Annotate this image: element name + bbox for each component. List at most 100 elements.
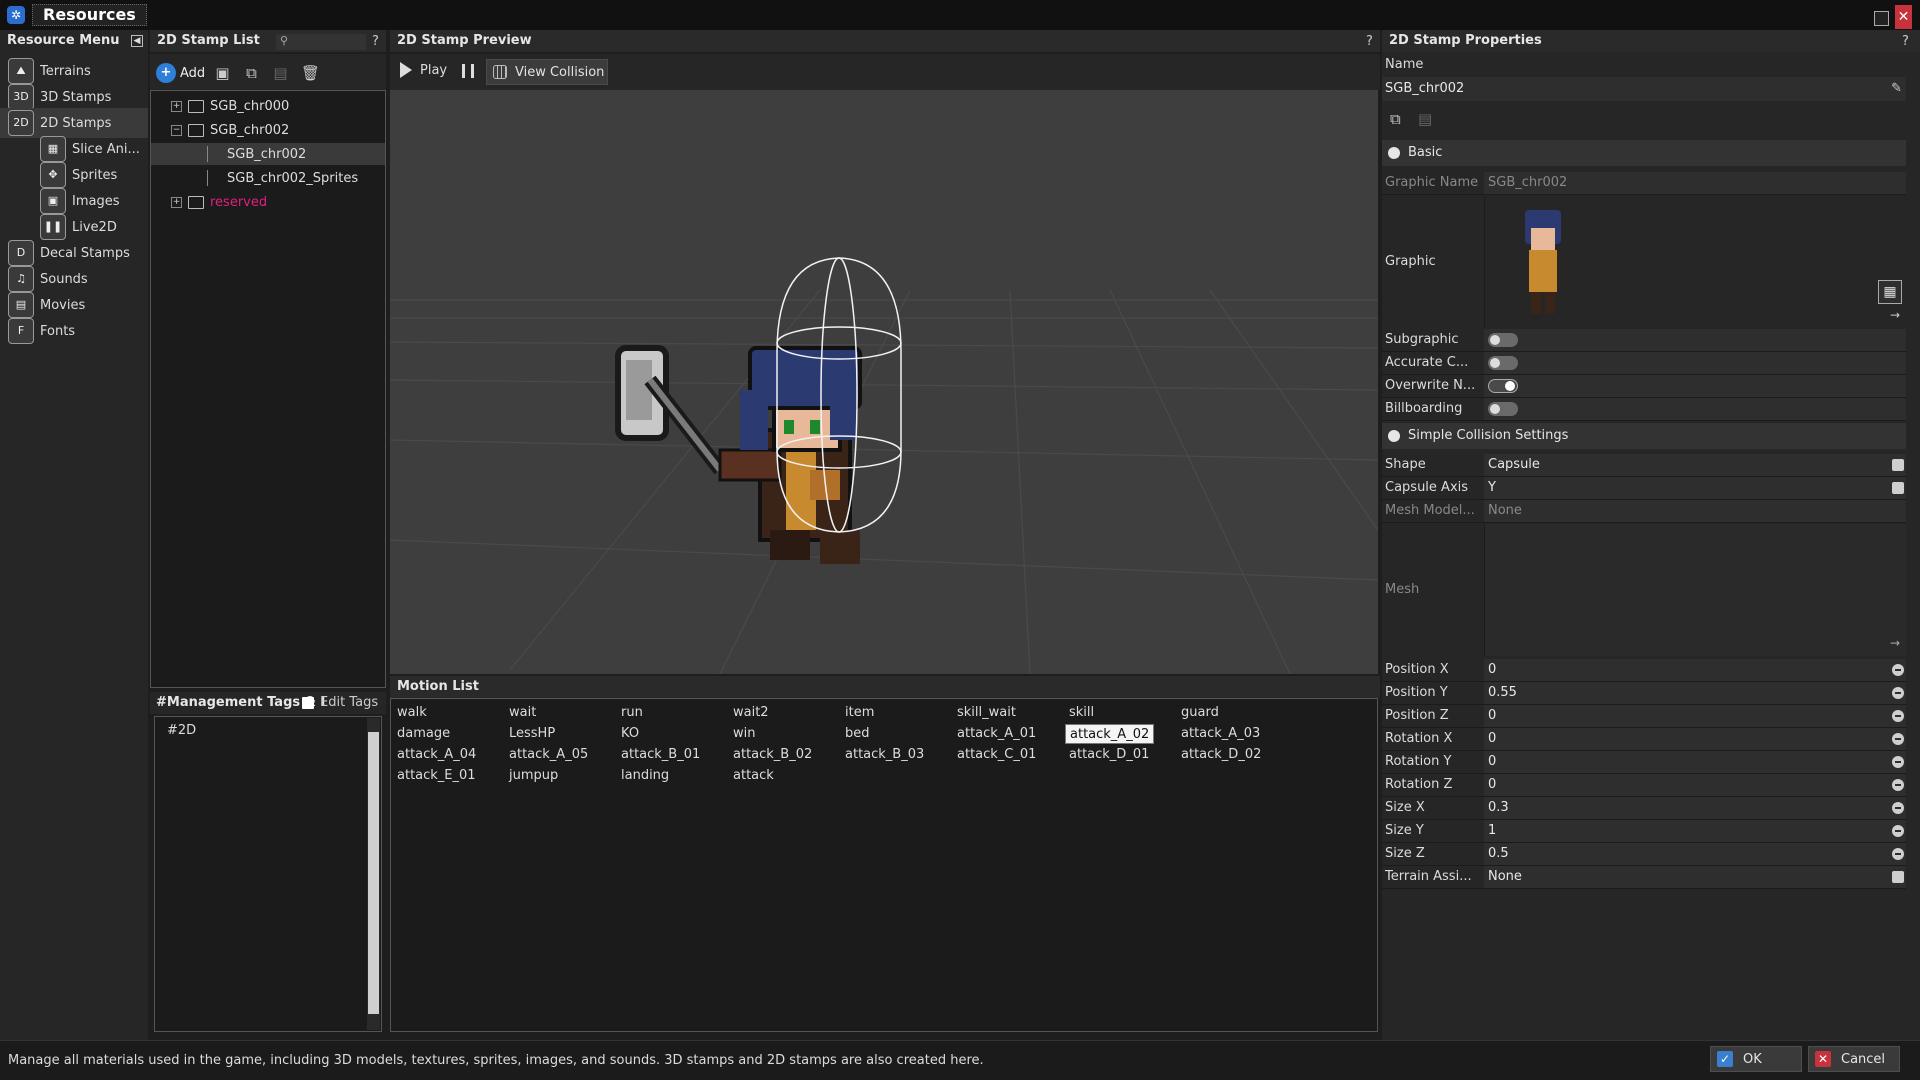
reset-icon[interactable] — [1892, 756, 1904, 768]
expand-icon[interactable]: + — [171, 196, 182, 208]
reset-icon[interactable] — [1892, 687, 1904, 699]
property-value-field[interactable]: 0 — [1484, 659, 1906, 681]
add-folder-icon[interactable]: ▣ — [214, 65, 231, 82]
stamp-search-input[interactable]: ⚲ — [276, 34, 366, 50]
motion-item[interactable]: item — [841, 703, 878, 723]
motion-item[interactable]: attack_C_01 — [953, 745, 1040, 765]
capsule-axis-select[interactable]: Y — [1484, 477, 1906, 499]
motion-item[interactable]: run — [617, 703, 647, 723]
add-button[interactable]: + Add — [156, 62, 205, 84]
motion-item[interactable]: jumpup — [505, 766, 562, 786]
stamp-list-help-button[interactable]: ? — [372, 34, 379, 49]
tree-item-sgb-chr002-sprites[interactable]: SGB_chr002_Sprites — [151, 167, 385, 189]
dropdown-arrow-icon[interactable] — [1892, 482, 1904, 494]
reset-icon[interactable] — [1892, 848, 1904, 860]
property-value-field[interactable]: 1 — [1484, 820, 1906, 842]
dropdown-arrow-icon[interactable] — [1892, 871, 1904, 883]
property-row: Rotation X0 — [1382, 728, 1906, 751]
motion-item[interactable]: attack — [729, 766, 778, 786]
graphic-thumbnail[interactable]: ▦ → — [1484, 196, 1906, 328]
motion-item[interactable]: attack_A_05 — [505, 745, 592, 765]
arrow-right-icon[interactable]: → — [1890, 636, 1900, 650]
shape-select[interactable]: Capsule — [1484, 454, 1906, 476]
motion-item[interactable]: wait — [505, 703, 540, 723]
motion-item[interactable]: LessHP — [505, 724, 559, 744]
reset-icon[interactable] — [1892, 779, 1904, 791]
paste-icon[interactable]: ▤ — [272, 65, 289, 82]
collapse-icon[interactable]: − — [171, 124, 182, 136]
motion-item[interactable]: attack_A_02 — [1065, 724, 1155, 744]
accurate-toggle[interactable] — [1488, 356, 1518, 370]
motion-item[interactable]: walk — [393, 703, 431, 723]
preview-help-button[interactable]: ? — [1366, 34, 1373, 49]
motion-item[interactable]: attack_A_01 — [953, 724, 1040, 744]
motion-item[interactable]: guard — [1177, 703, 1223, 723]
motion-item[interactable]: attack_D_01 — [1065, 745, 1153, 765]
motion-item[interactable]: skill — [1065, 703, 1098, 723]
terrain-select[interactable]: None — [1484, 866, 1906, 888]
motion-item[interactable]: damage — [393, 724, 454, 744]
property-value-field[interactable]: 0 — [1484, 774, 1906, 796]
menu-item-fonts[interactable]: F Fonts — [0, 316, 148, 346]
motion-item[interactable]: attack_E_01 — [393, 766, 480, 786]
billboarding-toggle[interactable] — [1488, 402, 1518, 416]
tree-item-reserved[interactable]: + reserved — [151, 191, 385, 213]
tree-item-sgb-chr002-folder[interactable]: − SGB_chr002 — [151, 119, 385, 141]
pause-button[interactable] — [462, 64, 474, 78]
dropdown-arrow-icon[interactable] — [1892, 459, 1904, 471]
property-value-field[interactable]: 0.5 — [1484, 843, 1906, 865]
copy-icon[interactable]: ⧉ — [1390, 110, 1401, 128]
tree-item-sgb-chr002-stamp[interactable]: SGB_chr002 — [151, 143, 385, 165]
view-collision-button[interactable]: View Collision — [486, 59, 608, 85]
motion-item[interactable]: wait2 — [729, 703, 773, 723]
motion-item[interactable]: attack_A_03 — [1177, 724, 1264, 744]
reset-icon[interactable] — [1892, 802, 1904, 814]
trash-icon[interactable]: 🗑 — [301, 65, 320, 82]
tag-item[interactable]: #2D — [167, 723, 196, 738]
name-field[interactable]: SGB_chr002 ✎ — [1382, 77, 1906, 101]
cancel-button[interactable]: ✕ Cancel — [1808, 1046, 1900, 1072]
property-value-field[interactable]: 0.55 — [1484, 682, 1906, 704]
motion-item[interactable]: attack_B_01 — [617, 745, 704, 765]
reset-icon[interactable] — [1892, 825, 1904, 837]
arrow-right-icon[interactable]: → — [1890, 308, 1900, 322]
reset-icon[interactable] — [1892, 710, 1904, 722]
motion-item[interactable]: attack_A_04 — [393, 745, 480, 765]
motion-item[interactable]: attack_B_02 — [729, 745, 816, 765]
motion-item[interactable]: skill_wait — [953, 703, 1020, 723]
property-value-field[interactable]: 0 — [1484, 705, 1906, 727]
basic-section-header[interactable]: Basic — [1382, 140, 1906, 166]
vertical-scrollbar[interactable] — [367, 718, 380, 1030]
pencil-icon[interactable]: ✎ — [1891, 77, 1902, 101]
overwrite-toggle[interactable] — [1488, 379, 1518, 393]
property-value-field[interactable]: 0 — [1484, 751, 1906, 773]
properties-help-button[interactable]: ? — [1902, 34, 1909, 49]
reset-icon[interactable] — [1892, 733, 1904, 745]
paste-icon[interactable]: ▤ — [1418, 110, 1432, 128]
3d-preview-viewport[interactable] — [390, 90, 1378, 674]
expand-icon[interactable]: + — [171, 100, 182, 112]
motion-item[interactable]: attack_B_03 — [841, 745, 928, 765]
subgraphic-toggle[interactable] — [1488, 333, 1518, 347]
maximize-button[interactable] — [1874, 11, 1889, 26]
play-button[interactable]: Play — [400, 62, 447, 78]
motion-item[interactable]: bed — [841, 724, 874, 744]
motion-item[interactable]: attack_D_02 — [1177, 745, 1265, 765]
motion-item[interactable]: landing — [617, 766, 673, 786]
property-value-field[interactable]: 0 — [1484, 728, 1906, 750]
copy-icon[interactable]: ⧉ — [243, 65, 260, 82]
motion-item[interactable]: KO — [617, 724, 643, 744]
checkbox-icon[interactable] — [302, 696, 314, 709]
edit-tags-button[interactable]: Edit Tags — [302, 695, 378, 710]
property-value-field[interactable]: 0.3 — [1484, 797, 1906, 819]
close-button[interactable]: ✕ — [1895, 5, 1912, 29]
ok-button[interactable]: ✓ OK — [1710, 1046, 1802, 1072]
collapse-icon[interactable]: ◀ — [131, 35, 143, 47]
reset-icon[interactable] — [1892, 664, 1904, 676]
tree-item-sgb-chr000[interactable]: + SGB_chr000 — [151, 95, 385, 117]
collision-section-header[interactable]: Simple Collision Settings — [1382, 423, 1906, 449]
select-graphic-icon[interactable]: ▦ — [1878, 280, 1902, 304]
play-icon — [400, 62, 412, 78]
motion-item[interactable]: win — [729, 724, 759, 744]
scrollbar-thumb[interactable] — [368, 732, 379, 1014]
